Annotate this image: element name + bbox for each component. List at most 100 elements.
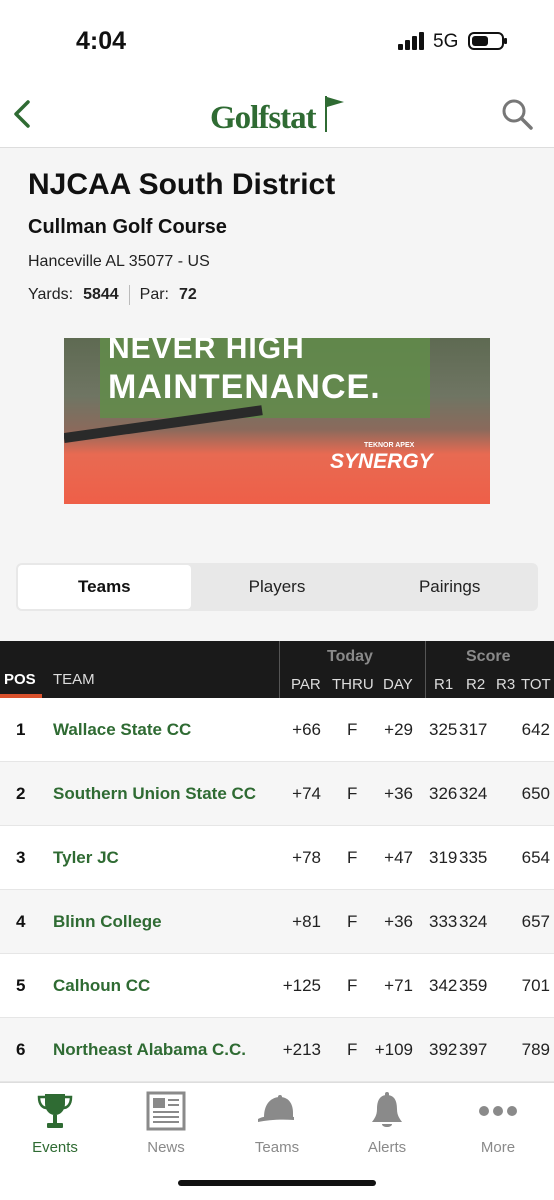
tabbar-news[interactable]: News — [121, 1091, 211, 1156]
row-day: +47 — [384, 848, 413, 867]
tab-players[interactable]: Players — [191, 565, 364, 609]
leaderboard-table: POS TEAM Today Score PAR THRU DAY R1 R2 … — [0, 641, 554, 1082]
tab-pairings[interactable]: Pairings — [363, 565, 536, 609]
row-pos: 6 — [16, 1040, 26, 1059]
row-day: +36 — [384, 784, 413, 803]
row-par: +81 — [292, 912, 321, 931]
tabbar-teams[interactable]: Teams — [232, 1091, 322, 1156]
tab-teams[interactable]: Teams — [18, 565, 191, 609]
row-r2: 324 — [459, 912, 488, 931]
row-r1: 333 — [429, 912, 458, 931]
course-meta: Yards: 5844 Par: 72 — [28, 285, 528, 305]
row-thru: F — [347, 784, 358, 803]
more-icon — [479, 1106, 517, 1116]
segmented-tabs: Teams Players Pairings — [16, 563, 538, 611]
bell-icon — [372, 1092, 402, 1127]
tabbar-label: Teams — [254, 1139, 300, 1156]
table-row[interactable]: 1 Wallace State CC +66 F +29 325 317 642 — [0, 698, 554, 762]
table-row[interactable]: 3 Tyler JC +78 F +47 319 335 654 — [0, 826, 554, 890]
row-r1: 319 — [429, 848, 458, 867]
row-tot: 789 — [521, 1040, 550, 1059]
status-bar: 4:04 5G — [0, 0, 554, 80]
row-team[interactable]: Northeast Alabama C.C. — [53, 1040, 246, 1060]
trophy-icon — [37, 1094, 73, 1128]
table-body: 1 Wallace State CC +66 F +29 325 317 642… — [0, 698, 554, 1082]
table-row[interactable]: 5 Calhoun CC +125 F +71 342 359 701 — [0, 954, 554, 1018]
tabbar-alerts[interactable]: Alerts — [342, 1091, 432, 1156]
row-day: +36 — [384, 912, 413, 931]
header-tot[interactable]: TOT — [521, 676, 551, 693]
event-info: NJCAA South District Cullman Golf Course… — [28, 168, 528, 305]
row-r1: 392 — [429, 1040, 458, 1059]
row-tot: 657 — [521, 912, 550, 931]
flag-icon — [325, 96, 344, 132]
header-today: Today — [327, 648, 373, 665]
header-r3[interactable]: R3 — [496, 676, 515, 693]
tabbar-label: News — [147, 1139, 185, 1156]
row-thru: F — [347, 976, 358, 995]
row-pos: 5 — [16, 976, 26, 995]
ad-brand: SYNERGY — [330, 450, 433, 473]
table-row[interactable]: 6 Northeast Alabama C.C. +213 F +109 392… — [0, 1018, 554, 1082]
row-r2: 335 — [459, 848, 488, 867]
event-title: NJCAA South District — [28, 168, 336, 201]
row-pos: 2 — [16, 784, 26, 803]
row-r2: 359 — [459, 976, 488, 995]
tabbar-more[interactable]: More — [453, 1091, 543, 1156]
home-indicator[interactable] — [178, 1180, 376, 1186]
row-pos: 4 — [16, 912, 26, 931]
ad-banner[interactable]: NEVER HIGH MAINTENANCE. TEKNOR APEX SYNE… — [64, 338, 490, 504]
row-r1: 325 — [429, 720, 458, 739]
row-pos: 3 — [16, 848, 26, 867]
ad-headline-1: NEVER HIGH — [108, 338, 305, 365]
newspaper-icon — [146, 1091, 186, 1131]
header-par[interactable]: PAR — [291, 676, 321, 693]
row-team[interactable]: Blinn College — [53, 912, 162, 932]
row-thru: F — [347, 848, 358, 867]
status-time: 4:04 — [76, 27, 127, 55]
row-tot: 701 — [521, 976, 550, 995]
row-r1: 326 — [429, 784, 458, 803]
row-par: +125 — [282, 976, 321, 995]
table-row[interactable]: 2 Southern Union State CC +74 F +36 326 … — [0, 762, 554, 826]
header-thru[interactable]: THRU — [332, 676, 374, 693]
row-team[interactable]: Calhoun CC — [53, 976, 150, 996]
tabbar-label: Events — [32, 1139, 78, 1156]
row-par: +213 — [282, 1040, 321, 1059]
header-team[interactable]: TEAM — [53, 671, 95, 688]
row-par: +74 — [292, 784, 321, 803]
row-thru: F — [347, 720, 358, 739]
signal-icon — [398, 32, 424, 50]
row-r2: 397 — [459, 1040, 488, 1059]
ad-headline-2: MAINTENANCE. — [108, 368, 381, 406]
row-team[interactable]: Southern Union State CC — [53, 784, 256, 804]
yards-label: Yards: — [28, 286, 74, 303]
nav-bar: Golfstat — [0, 80, 554, 148]
network-label: 5G — [433, 31, 459, 52]
row-tot: 642 — [521, 720, 550, 739]
row-day: +71 — [384, 976, 413, 995]
ad-brand-small: TEKNOR APEX — [364, 442, 415, 449]
row-team[interactable]: Tyler JC — [53, 848, 119, 868]
header-r1[interactable]: R1 — [434, 676, 453, 693]
par-label: Par: — [139, 286, 169, 303]
header-divider — [425, 641, 426, 698]
back-icon[interactable] — [8, 94, 36, 134]
row-team[interactable]: Wallace State CC — [53, 720, 191, 740]
row-thru: F — [347, 912, 358, 931]
header-r2[interactable]: R2 — [466, 676, 485, 693]
search-icon[interactable] — [500, 97, 534, 131]
header-pos[interactable]: POS — [4, 671, 36, 688]
table-row[interactable]: 4 Blinn College +81 F +36 333 324 657 — [0, 890, 554, 954]
par-value: 72 — [179, 286, 197, 303]
row-day: +29 — [384, 720, 413, 739]
course-address: Hanceville AL 35077 - US — [28, 253, 210, 270]
header-day[interactable]: DAY — [383, 676, 413, 693]
row-tot: 654 — [521, 848, 550, 867]
tabbar-events[interactable]: Events — [10, 1091, 100, 1156]
row-r2: 324 — [459, 784, 488, 803]
row-day: +109 — [374, 1040, 413, 1059]
meta-divider — [128, 285, 130, 305]
table-header: POS TEAM Today Score PAR THRU DAY R1 R2 … — [0, 641, 554, 698]
logo-text: Golfstat — [210, 100, 317, 136]
